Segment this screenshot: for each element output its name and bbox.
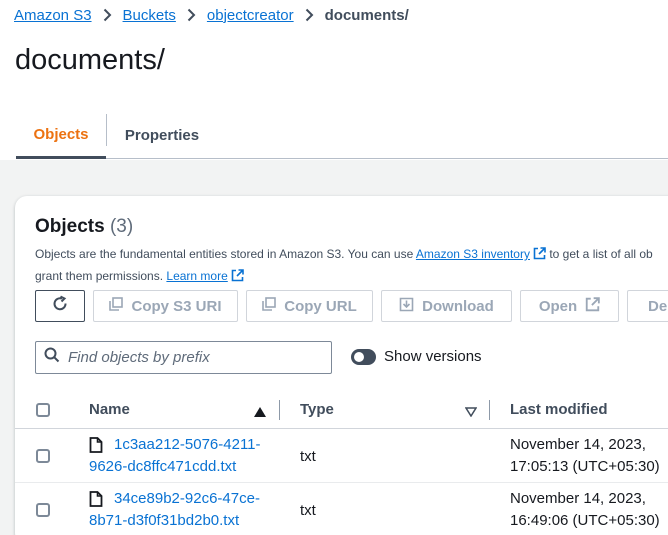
copy-s3-uri-label: Copy S3 URI xyxy=(131,297,222,315)
show-versions-label: Show versions xyxy=(384,348,482,365)
file-name-line1: 34ce89b2-92c6-47ce- xyxy=(114,490,260,507)
search-box xyxy=(35,341,332,374)
copy-url-label: Copy URL xyxy=(284,297,357,315)
tab-properties[interactable]: Properties xyxy=(112,112,212,158)
tab-bar: Objects Properties xyxy=(16,112,668,159)
chevron-right-icon xyxy=(305,8,314,22)
external-link-icon xyxy=(231,268,244,288)
last-modified-time: 17:05:13 (UTC+05:30) xyxy=(510,458,660,475)
sort-descending-icon[interactable] xyxy=(464,404,478,422)
description-text-line2: grant them permissions. xyxy=(35,269,164,283)
copy-icon xyxy=(109,297,124,315)
file-type: txt xyxy=(300,448,316,465)
column-separator xyxy=(489,400,490,420)
download-icon xyxy=(399,297,414,316)
table-row: 1c3aa212-5076-4211- 9626-dc8ffc471cdd.tx… xyxy=(15,429,668,483)
table-header: Name Type Last modified xyxy=(15,392,668,429)
file-link[interactable]: 1c3aa212-5076-4211- 9626-dc8ffc471cdd.tx… xyxy=(89,434,261,478)
description-text-cont: to get a list of all ob xyxy=(549,247,653,261)
last-modified: November 14, 2023, 17:05:13 (UTC+05:30) xyxy=(510,434,660,478)
copy-url-button[interactable]: Copy URL xyxy=(246,290,373,322)
download-label: Download xyxy=(422,297,494,315)
download-button[interactable]: Download xyxy=(381,290,512,322)
search-icon xyxy=(44,347,60,368)
objects-description: Objects are the fundamental entities sto… xyxy=(35,244,668,288)
table-row: 34ce89b2-92c6-47ce- 8b71-d3f0f31bd2b0.tx… xyxy=(15,483,668,535)
copy-s3-uri-button[interactable]: Copy S3 URI xyxy=(93,290,238,322)
tab-objects[interactable]: Objects xyxy=(16,112,106,159)
breadcrumb: Amazon S3 Buckets objectcreator document… xyxy=(14,4,409,26)
page-title: documents/ xyxy=(15,44,165,76)
toggle-knob xyxy=(354,352,364,362)
file-icon xyxy=(89,437,103,460)
external-link-icon xyxy=(585,296,600,316)
delete-label: Del xyxy=(648,297,668,315)
file-name-line2: 9626-dc8ffc471cdd.txt xyxy=(89,458,237,475)
learn-more-link[interactable]: Learn more xyxy=(166,269,227,283)
chevron-right-icon xyxy=(103,8,112,22)
column-header-type[interactable]: Type xyxy=(300,401,334,418)
show-versions-toggle[interactable] xyxy=(351,349,376,365)
delete-button[interactable]: Del xyxy=(627,290,668,322)
refresh-button[interactable] xyxy=(35,290,85,322)
refresh-icon xyxy=(51,295,69,317)
column-header-last-modified[interactable]: Last modified xyxy=(510,401,608,418)
objects-count: (3) xyxy=(109,216,134,237)
last-modified-time: 16:49:06 (UTC+05:30) xyxy=(510,512,660,529)
last-modified-date: November 14, 2023, xyxy=(510,490,646,507)
objects-header: Objects (3) xyxy=(35,216,133,238)
objects-title: Objects xyxy=(35,216,105,237)
external-link-icon xyxy=(533,246,546,266)
inventory-link[interactable]: Amazon S3 inventory xyxy=(416,247,530,261)
file-type: txt xyxy=(300,502,316,519)
sort-ascending-icon[interactable] xyxy=(254,404,266,422)
last-modified-date: November 14, 2023, xyxy=(510,436,646,453)
breadcrumb-bucket[interactable]: objectcreator xyxy=(207,7,294,24)
chevron-right-icon xyxy=(187,8,196,22)
file-name-line1: 1c3aa212-5076-4211- xyxy=(114,436,261,453)
open-button[interactable]: Open xyxy=(520,290,619,322)
breadcrumb-amazon-s3[interactable]: Amazon S3 xyxy=(14,7,92,24)
open-label: Open xyxy=(538,297,578,315)
row-checkbox[interactable] xyxy=(36,503,50,517)
tab-divider xyxy=(106,114,107,146)
description-text: Objects are the fundamental entities sto… xyxy=(35,247,414,261)
breadcrumb-current: documents/ xyxy=(324,6,409,24)
copy-icon xyxy=(262,297,277,315)
file-name-line2: 8b71-d3f0f31bd2b0.txt xyxy=(89,512,240,529)
column-header-name[interactable]: Name xyxy=(89,401,130,418)
row-checkbox[interactable] xyxy=(36,449,50,463)
search-input[interactable] xyxy=(68,349,308,366)
select-all-checkbox[interactable] xyxy=(36,403,50,417)
file-link[interactable]: 34ce89b2-92c6-47ce- 8b71-d3f0f31bd2b0.tx… xyxy=(89,488,260,532)
column-separator xyxy=(279,400,280,420)
last-modified: November 14, 2023, 16:49:06 (UTC+05:30) xyxy=(510,488,660,532)
file-icon xyxy=(89,491,103,514)
breadcrumb-buckets[interactable]: Buckets xyxy=(123,7,176,24)
